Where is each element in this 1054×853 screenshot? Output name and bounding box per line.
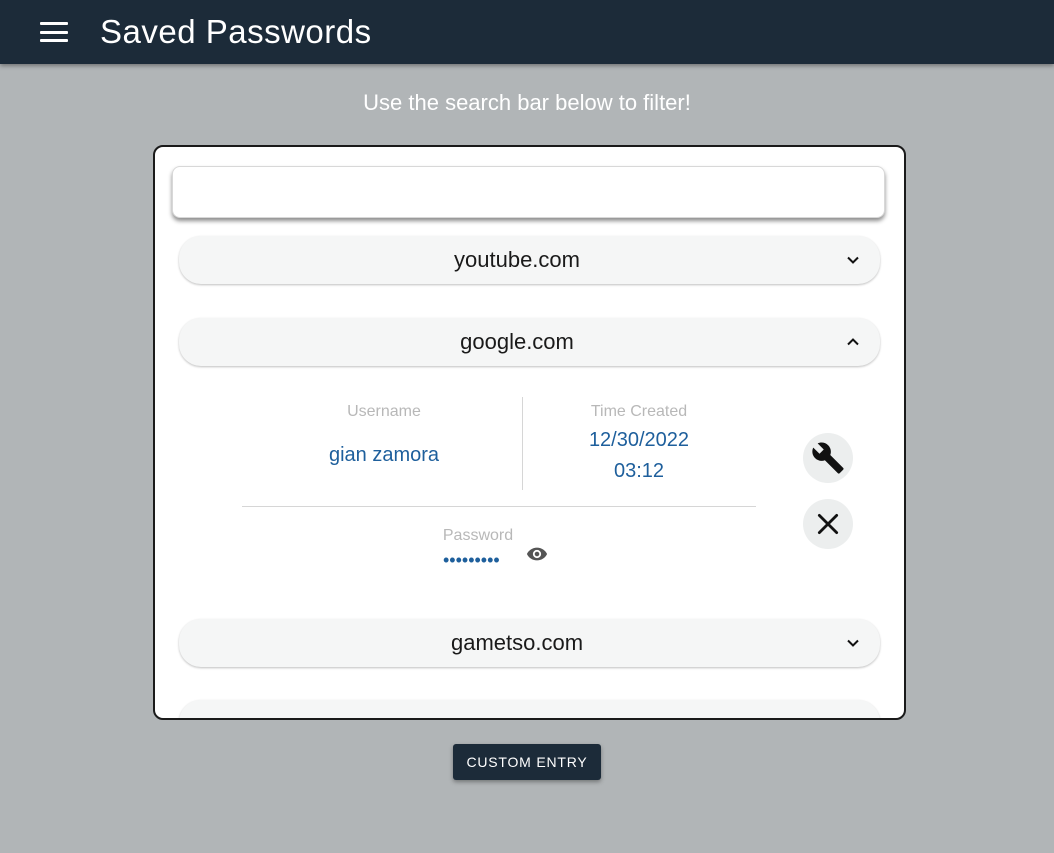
time-created-column: Time Created 12/30/2022 03:12 xyxy=(524,403,754,483)
custom-entry-button[interactable]: CUSTOM ENTRY xyxy=(453,744,601,780)
chevron-up-icon xyxy=(847,338,859,346)
password-label: Password xyxy=(442,527,514,544)
entry-header-partial[interactable] xyxy=(179,700,880,718)
username-column: Username gian zamora xyxy=(269,403,499,467)
entry-header-youtube[interactable]: youtube.com xyxy=(179,236,880,284)
entry-site-label: google.com xyxy=(460,329,574,354)
close-icon xyxy=(817,513,839,535)
details-divider xyxy=(242,506,756,507)
entry-site-label: youtube.com xyxy=(454,247,580,272)
eye-icon[interactable] xyxy=(524,543,550,565)
app-title: Saved Passwords xyxy=(100,13,372,50)
hamburger-menu-icon[interactable] xyxy=(40,22,68,42)
app-bar: Saved Passwords xyxy=(0,0,1054,64)
chevron-down-icon xyxy=(847,639,859,647)
chevron-down-icon xyxy=(847,256,859,264)
column-divider xyxy=(522,397,523,490)
entry-header-google[interactable]: google.com xyxy=(179,318,880,366)
search-hint: Use the search bar below to filter! xyxy=(363,90,691,115)
entry-header-gametso[interactable]: gametso.com xyxy=(179,619,880,667)
date-created-value: 12/30/2022 xyxy=(588,429,690,451)
search-input[interactable] xyxy=(172,166,885,218)
entry-site-label xyxy=(179,700,855,718)
entry-site-label: gametso.com xyxy=(450,630,584,655)
wrench-icon xyxy=(812,442,844,474)
username-value: gian zamora xyxy=(328,444,440,466)
time-created-label: Time Created xyxy=(590,403,688,420)
username-label: Username xyxy=(347,403,421,420)
edit-entry-button[interactable] xyxy=(803,433,853,483)
delete-entry-button[interactable] xyxy=(803,499,853,549)
password-list-panel: youtube.com google.com Username gian zam… xyxy=(153,145,906,720)
time-created-value: 03:12 xyxy=(613,460,665,482)
password-masked-value: ••••••••• xyxy=(443,550,500,570)
entry-details-google: Username gian zamora Time Created 12/30/… xyxy=(179,397,880,592)
